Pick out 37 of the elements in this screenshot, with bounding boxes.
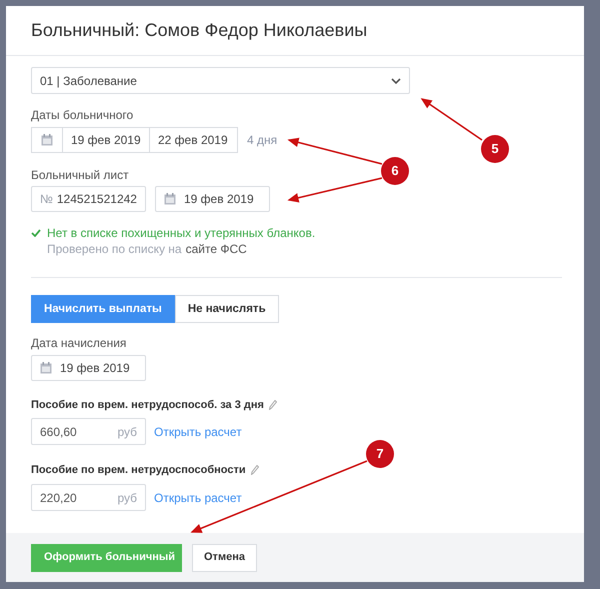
calendar-icon — [41, 134, 53, 146]
reason-select[interactable]: 01 | Заболевание — [31, 67, 410, 94]
date-value: 19 фев 2019 — [60, 361, 130, 375]
toggle-button[interactable]: Не начислять — [174, 295, 279, 323]
number-prefix: № — [40, 192, 53, 206]
calendar-button[interactable] — [31, 127, 63, 153]
calendar-icon — [40, 362, 52, 374]
date-field[interactable]: 19 фев 2019 — [155, 186, 270, 212]
currency-label: руб — [117, 424, 137, 438]
number-field[interactable]: № 124521521242 — [31, 186, 146, 212]
amount-value: 220,20 — [40, 490, 77, 504]
field-label: Дата начисления — [31, 336, 126, 350]
date-value: 19 фев 2019 — [184, 192, 254, 206]
calendar-icon — [164, 193, 176, 205]
cancel-button[interactable]: Отмена — [192, 544, 257, 572]
number-value: 124521521242 — [56, 192, 137, 206]
duration-text: 4 дня — [247, 133, 278, 147]
pencil-icon[interactable] — [250, 465, 259, 475]
amount-field[interactable]: 220,20 руб — [31, 484, 146, 511]
field-label: Больничный лист — [31, 168, 129, 182]
dialog-title: Больничный: Сомов Федор Николаевиы — [31, 19, 368, 42]
field-label: Пособие по врем. нетрудоспособности — [31, 463, 246, 477]
date-field[interactable]: 22 фев 2019 — [150, 127, 238, 153]
status-message: Нет в списке похищенных и утерянных бланков. — [47, 226, 316, 240]
amount-field[interactable]: 660,60 руб — [31, 418, 146, 445]
amount-value: 660,60 — [40, 424, 77, 438]
date-field[interactable]: 19 фев 2019 — [63, 127, 150, 153]
date-field[interactable]: 19 фев 2019 — [31, 355, 146, 381]
field-label: Даты больничного — [31, 108, 134, 122]
field-label: Пособие по врем. нетрудоспособ. за 3 дня — [31, 398, 264, 412]
pencil-icon[interactable] — [268, 400, 277, 410]
checkmark-icon — [31, 229, 41, 237]
arrow — [420, 98, 482, 141]
currency-label: руб — [117, 490, 137, 504]
note-text: Проверено по списку на — [47, 242, 182, 256]
fss-link[interactable]: сайте ФСС — [186, 242, 247, 256]
chevron-down-icon — [391, 78, 401, 84]
